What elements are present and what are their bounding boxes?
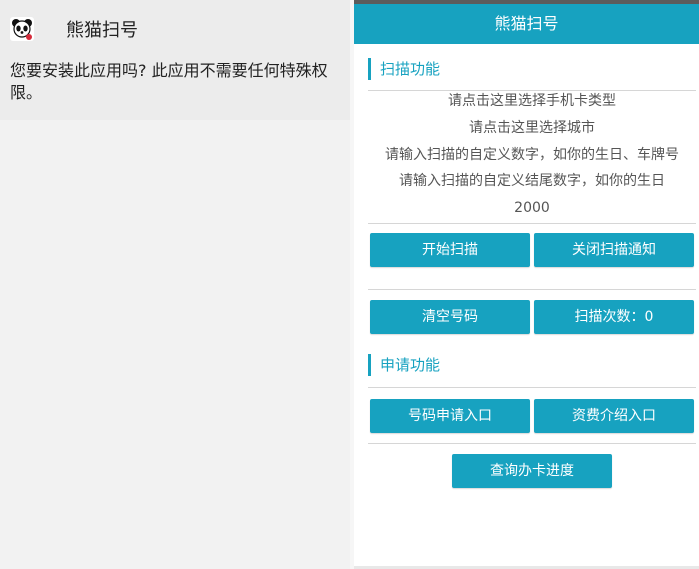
- divider: [368, 223, 696, 224]
- scan-count-button[interactable]: 扫描次数：0: [534, 300, 694, 334]
- query-progress-button[interactable]: 查询办卡进度: [452, 454, 612, 488]
- start-scan-button[interactable]: 开始扫描: [370, 233, 530, 267]
- app-bar: 熊猫扫号: [354, 4, 699, 44]
- apply-section-heading: 申请功能: [368, 354, 440, 376]
- divider: [368, 443, 696, 444]
- number-apply-button[interactable]: 号码申请入口: [370, 399, 530, 433]
- clear-numbers-button[interactable]: 清空号码: [370, 300, 530, 334]
- custom-digits-input[interactable]: 请输入扫描的自定义数字，如你的生日、车牌号: [368, 145, 696, 165]
- divider: [368, 387, 696, 388]
- panda-app-icon: [10, 17, 34, 41]
- select-card-type-option[interactable]: 请点击这里选择手机卡类型: [368, 91, 696, 111]
- install-app-name: 熊猫扫号: [66, 20, 138, 41]
- year-value[interactable]: 2000: [368, 198, 696, 218]
- close-scan-notify-button[interactable]: 关闭扫描通知: [534, 233, 694, 267]
- custom-ending-digits-input[interactable]: 请输入扫描的自定义结尾数字，如你的生日: [368, 171, 696, 191]
- select-city-option[interactable]: 请点击这里选择城市: [368, 118, 696, 138]
- divider: [368, 289, 696, 290]
- app-title: 熊猫扫号: [494, 14, 559, 33]
- install-message: 您要安装此应用吗? 此应用不需要任何特殊权限。: [10, 61, 328, 102]
- scan-section-heading: 扫描功能: [368, 58, 440, 80]
- tariff-intro-button[interactable]: 资费介绍入口: [534, 399, 694, 433]
- install-dialog-header: 熊猫扫号 您要安装此应用吗? 此应用不需要任何特殊权限。: [0, 0, 350, 120]
- app-screen: 熊猫扫号 扫描功能 请点击这里选择手机卡类型 请点击这里选择城市 请输入扫描的自…: [354, 0, 699, 569]
- install-dialog: 熊猫扫号 您要安装此应用吗? 此应用不需要任何特殊权限。: [0, 0, 350, 569]
